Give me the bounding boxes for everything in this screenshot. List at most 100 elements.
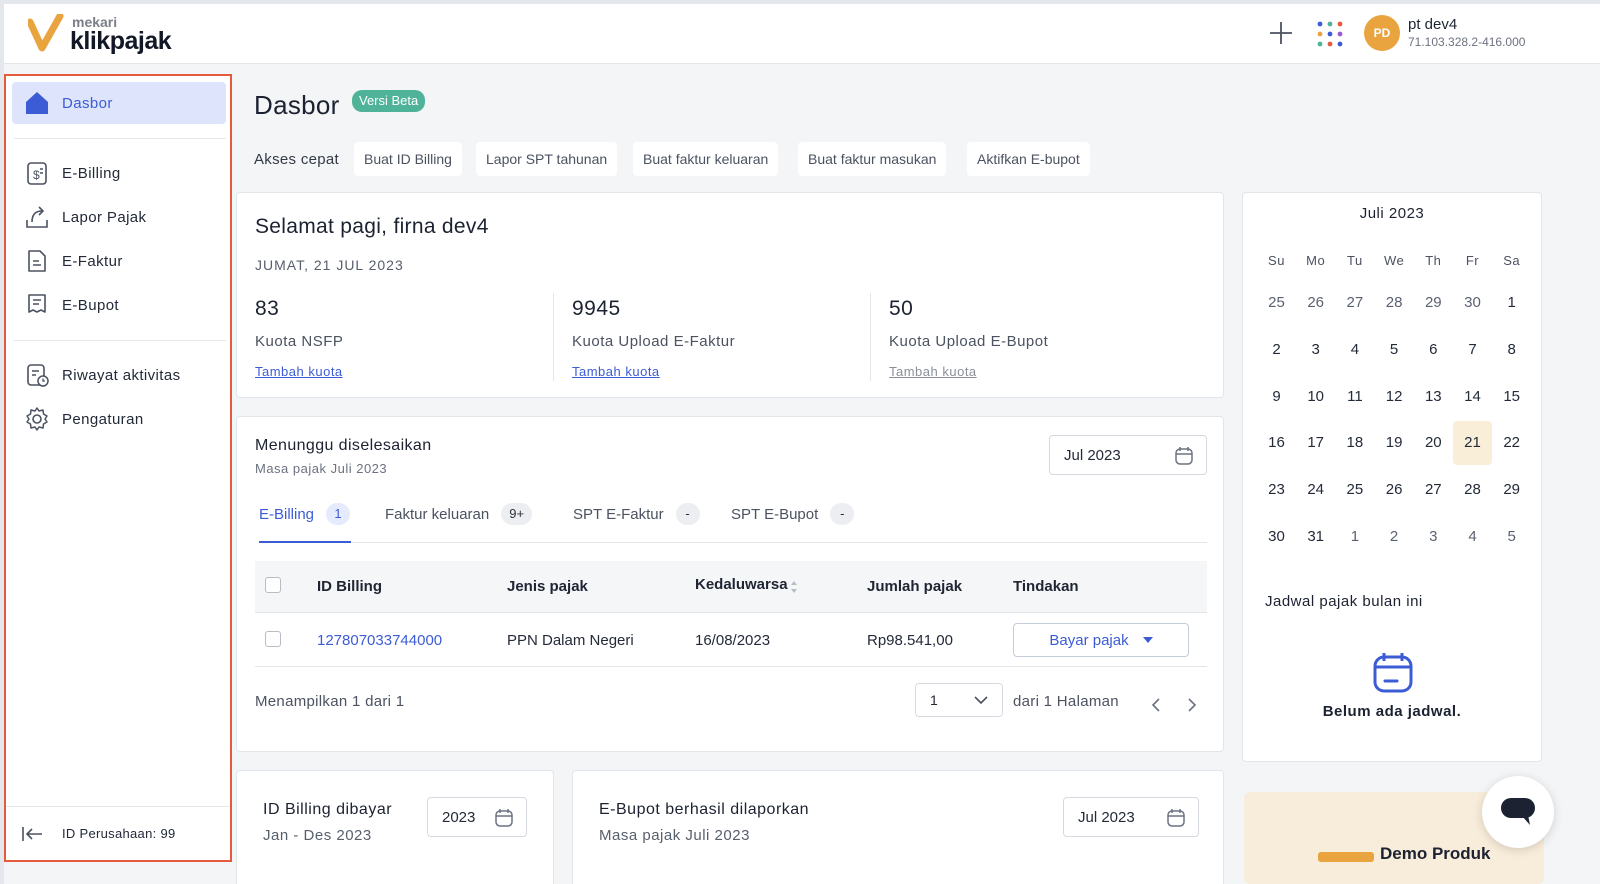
company-info[interactable]: pt dev4 71.103.328.2-416.000 <box>1408 16 1525 50</box>
calendar-day[interactable]: 26 <box>1296 281 1335 325</box>
calendar-day[interactable]: 15 <box>1492 375 1531 419</box>
quick-button-buat-id-billing[interactable]: Buat ID Billing <box>354 142 462 176</box>
select-all-checkbox[interactable] <box>265 577 281 593</box>
ebupot-reported-title: E-Bupot berhasil dilaporkan <box>599 801 810 818</box>
calendar-day[interactable]: 2 <box>1375 515 1414 559</box>
calendar-day[interactable]: 19 <box>1375 421 1414 465</box>
showing-count: Menampilkan 1 dari 1 <box>255 693 405 710</box>
add-quota-link[interactable]: Tambah kuota <box>572 364 882 379</box>
calendar-day[interactable]: 28 <box>1453 468 1492 512</box>
calendar-day[interactable]: 28 <box>1375 281 1414 325</box>
calendar-day[interactable]: 4 <box>1453 515 1492 559</box>
sort-icon[interactable] <box>789 579 799 595</box>
page-total: dari 1 Halaman <box>1013 693 1119 710</box>
calendar-day[interactable]: 1 <box>1335 515 1374 559</box>
column-header-sortable[interactable]: Kedaluwarsa <box>695 576 788 593</box>
calendar-day[interactable]: 9 <box>1257 375 1296 419</box>
calendar-day[interactable]: 11 <box>1335 375 1374 419</box>
collapse-sidebar-icon[interactable] <box>22 826 44 842</box>
prev-page-chevron-icon[interactable] <box>1149 697 1165 713</box>
pending-card: Menunggu diselesaikan Masa pajak Juli 20… <box>236 416 1224 752</box>
pay-tax-button[interactable]: Bayar pajak <box>1013 623 1189 657</box>
ebupot-period-picker[interactable]: Jul 2023 <box>1063 797 1199 837</box>
add-quota-link[interactable]: Tambah kuota <box>255 364 565 379</box>
billing-id-link[interactable]: 127807033744000 <box>317 632 442 649</box>
tab-e-billing[interactable]: E-Billing 1 <box>259 501 351 527</box>
calendar-day[interactable]: 7 <box>1453 328 1492 372</box>
quick-button-buat-faktur-masukan[interactable]: Buat faktur masukan <box>798 142 947 176</box>
calendar-day[interactable]: 31 <box>1296 515 1335 559</box>
sidebar-item-lapor-pajak[interactable]: Lapor Pajak <box>12 196 226 238</box>
calendar-day[interactable]: 3 <box>1414 515 1453 559</box>
calendar-day[interactable]: 23 <box>1257 468 1296 512</box>
calendar-day[interactable]: 29 <box>1492 468 1531 512</box>
apps-grid-icon[interactable] <box>1316 20 1344 48</box>
next-page-chevron-icon[interactable] <box>1183 697 1199 713</box>
stat-kuota-upload-e-faktur: 9945 Kuota Upload E-Faktur Tambah kuota <box>572 297 882 381</box>
sidebar-item-e-faktur[interactable]: E-Faktur <box>12 240 226 282</box>
calendar-day[interactable]: 24 <box>1296 468 1335 512</box>
calendar-day[interactable]: 5 <box>1375 328 1414 372</box>
sidebar-item-pengaturan[interactable]: Pengaturan <box>12 398 226 440</box>
calendar-day[interactable]: 25 <box>1257 281 1296 325</box>
pending-period-picker[interactable]: Jul 2023 <box>1049 435 1207 475</box>
calendar-day[interactable]: 29 <box>1414 281 1453 325</box>
period-value: Jul 2023 <box>1064 446 1121 464</box>
calendar-day[interactable]: 22 <box>1492 421 1531 465</box>
column-header: Jumlah pajak <box>867 578 963 595</box>
document-icon <box>24 248 50 274</box>
calendar-day[interactable]: 13 <box>1414 375 1453 419</box>
calendar-day[interactable]: 17 <box>1296 421 1335 465</box>
quick-button-lapor-spt-tahunan[interactable]: Lapor SPT tahunan <box>476 142 618 176</box>
calendar-day[interactable]: 4 <box>1335 328 1374 372</box>
pending-tabs: E-Billing 1 Faktur keluaran 9+ SPT E-Fak… <box>259 493 1207 543</box>
calendar-day[interactable]: 27 <box>1335 281 1374 325</box>
tab-faktur-keluaran[interactable]: Faktur keluaran 9+ <box>385 501 533 527</box>
stat-kuota-upload-e-bupot: 50 Kuota Upload E-Bupot Tambah kuota <box>889 297 1199 381</box>
quick-button-aktifkan-e-bupot[interactable]: Aktifkan E-bupot <box>967 142 1090 176</box>
stat-divider <box>870 293 871 381</box>
sidebar-item-e-billing[interactable]: $ E-Billing <box>12 152 226 194</box>
row-checkbox[interactable] <box>265 631 281 647</box>
quick-button-buat-faktur-keluaran[interactable]: Buat faktur keluaran <box>633 142 779 176</box>
sidebar-item-riwayat-aktivitas[interactable]: Riwayat aktivitas <box>12 354 226 396</box>
calendar-day[interactable]: 30 <box>1257 515 1296 559</box>
tab-label: SPT E-Bupot <box>731 505 819 523</box>
stat-value: 50 <box>889 297 914 320</box>
sidebar-item-label: Dasbor <box>62 94 113 112</box>
calendar-day[interactable]: 20 <box>1414 421 1453 465</box>
calendar-day[interactable]: 10 <box>1296 375 1335 419</box>
calendar-day[interactable]: 30 <box>1453 281 1492 325</box>
chat-support-button[interactable] <box>1482 776 1554 848</box>
calendar-day[interactable]: 5 <box>1492 515 1531 559</box>
calendar-day[interactable]: 16 <box>1257 421 1296 465</box>
calendar-day[interactable]: 8 <box>1492 328 1531 372</box>
page-select[interactable]: 1 <box>915 683 1003 717</box>
calendar-day[interactable]: 18 <box>1335 421 1374 465</box>
calendar-day[interactable]: 27 <box>1414 468 1453 512</box>
svg-text:$: $ <box>33 168 40 182</box>
calendar-day[interactable]: 21 <box>1453 421 1492 466</box>
tab-spt-e-faktur[interactable]: SPT E-Faktur - <box>573 501 700 527</box>
year-value: 2023 <box>442 808 476 826</box>
avatar[interactable]: PD <box>1364 15 1400 51</box>
calendar-day[interactable]: 2 <box>1257 328 1296 372</box>
add-plus-icon[interactable] <box>1268 20 1294 46</box>
add-quota-link[interactable]: Tambah kuota <box>889 364 1199 379</box>
paid-billing-year-picker[interactable]: 2023 <box>427 797 527 837</box>
calendar-day[interactable]: 12 <box>1375 375 1414 419</box>
calendar-day[interactable]: 6 <box>1414 328 1453 372</box>
calendar-day[interactable]: 3 <box>1296 328 1335 372</box>
calendar-weekday-label: Tu <box>1347 253 1363 268</box>
calendar-day[interactable]: 26 <box>1375 468 1414 512</box>
calendar-day[interactable]: 14 <box>1453 375 1492 419</box>
sidebar-item-dasbor[interactable]: Dasbor <box>12 82 226 124</box>
sidebar-item-e-bupot[interactable]: E-Bupot <box>12 284 226 326</box>
quick-access-label: Akses cepat <box>254 151 340 168</box>
receipt-icon <box>24 292 50 318</box>
tab-spt-e-bupot[interactable]: SPT E-Bupot - <box>731 501 855 527</box>
calendar-day[interactable]: 25 <box>1335 468 1374 512</box>
calendar-day[interactable]: 1 <box>1492 281 1531 325</box>
brand-logo[interactable]: mekari klikpajak <box>28 12 172 56</box>
amount-cell: Rp98.541,00 <box>867 632 953 649</box>
